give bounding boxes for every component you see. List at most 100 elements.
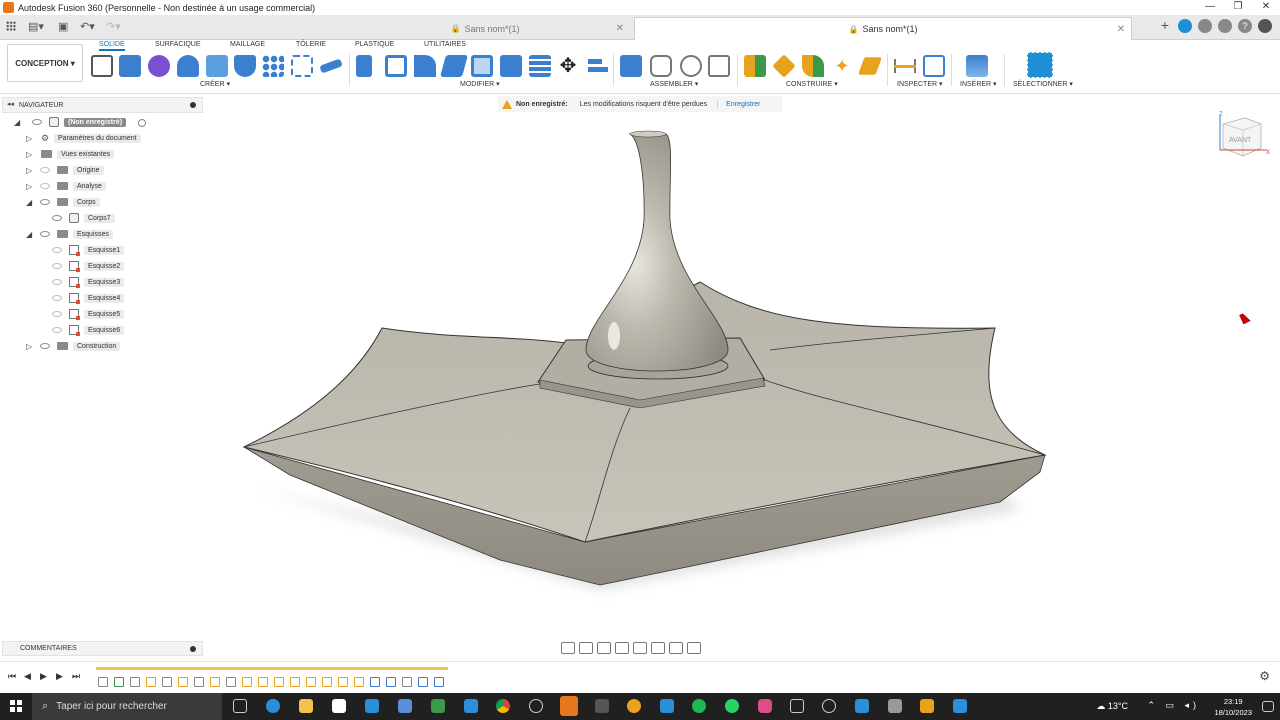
- pan-icon[interactable]: [597, 642, 611, 654]
- grid-settings-icon[interactable]: [669, 642, 683, 654]
- task-view-icon[interactable]: [233, 699, 247, 713]
- timeline-feature-icon[interactable]: [210, 677, 220, 687]
- avatar[interactable]: [1258, 19, 1272, 33]
- app-icon[interactable]: [822, 699, 836, 713]
- group-construire[interactable]: CONSTRUIRE ▾: [786, 80, 838, 88]
- windows-start-icon[interactable]: [10, 700, 22, 712]
- tree-item[interactable]: ◢ Esquisses: [0, 226, 203, 242]
- group-modifier[interactable]: MODIFIER ▾: [460, 80, 500, 88]
- form-icon[interactable]: [148, 55, 170, 77]
- help-icon[interactable]: ?: [1238, 19, 1252, 33]
- extensions-icon[interactable]: [1178, 19, 1192, 33]
- chrome-icon[interactable]: [496, 699, 510, 713]
- select-icon[interactable]: [1027, 52, 1053, 78]
- move-copy-icon[interactable]: ✥: [557, 55, 579, 77]
- create-sketch-icon[interactable]: [91, 55, 113, 77]
- tab-document-2[interactable]: 🔒 Sans nom*(1) ✕: [634, 17, 1132, 40]
- tab-maillage[interactable]: MAILLAGE: [230, 41, 265, 51]
- undo-icon[interactable]: ↶▾: [80, 20, 95, 33]
- group-creer[interactable]: CRÉER ▾: [200, 80, 230, 88]
- go-to-start-icon[interactable]: ⏮: [8, 671, 16, 682]
- expand-arrow-icon[interactable]: ◢: [14, 118, 20, 127]
- app-icon[interactable]: [627, 699, 641, 713]
- play-icon[interactable]: ▶: [40, 671, 47, 682]
- joint-icon[interactable]: [650, 55, 672, 77]
- extrude-icon[interactable]: [119, 55, 141, 77]
- timeline-feature-icon[interactable]: [226, 677, 236, 687]
- visibility-icon[interactable]: [32, 119, 42, 125]
- data-panel-icon[interactable]: [6, 21, 16, 31]
- save-link[interactable]: Enregistrer: [717, 100, 760, 108]
- tab-solide[interactable]: SOLIDE: [99, 41, 125, 51]
- whatsapp-icon[interactable]: [725, 699, 739, 713]
- timeline-feature-icon[interactable]: [258, 677, 268, 687]
- timeline-feature-icon[interactable]: [386, 677, 396, 687]
- timeline-feature-icon[interactable]: [146, 677, 156, 687]
- timeline-feature-icon[interactable]: [162, 677, 172, 687]
- notifications-icon[interactable]: [1218, 19, 1232, 33]
- tab-document-1[interactable]: 🔒 Sans nom*(1) ✕: [340, 17, 630, 40]
- edge-icon[interactable]: [266, 699, 280, 713]
- tree-item[interactable]: Corps7: [0, 210, 203, 226]
- timeline-feature-icon[interactable]: [402, 677, 412, 687]
- app-icon[interactable]: [529, 699, 543, 713]
- group-assembler[interactable]: ASSEMBLER ▾: [650, 80, 698, 88]
- step-forward-icon[interactable]: ▶: [56, 671, 63, 682]
- activate-icon[interactable]: [138, 119, 146, 127]
- tree-item[interactable]: Esquisse3: [0, 274, 203, 290]
- group-inserer[interactable]: INSÉRER ▾: [960, 80, 997, 88]
- display-settings-icon[interactable]: [651, 642, 665, 654]
- timeline-track[interactable]: [96, 667, 448, 691]
- app-icon[interactable]: [431, 699, 445, 713]
- visibility-icon[interactable]: [52, 247, 62, 253]
- tree-item[interactable]: ▷ Origine: [0, 162, 203, 178]
- timeline-feature-icon[interactable]: [290, 677, 300, 687]
- taskbar-search[interactable]: ⌕ Taper ici pour rechercher: [32, 693, 222, 720]
- timeline-feature-icon[interactable]: [370, 677, 380, 687]
- tree-root[interactable]: ◢ (Non enregistré): [0, 114, 203, 130]
- system-tray-icons[interactable]: ⌃ ▭ ◂): [1147, 700, 1200, 711]
- app-icon[interactable]: [888, 699, 902, 713]
- fillet-icon[interactable]: [385, 55, 407, 77]
- visibility-icon[interactable]: [40, 199, 50, 205]
- app-icon[interactable]: [758, 699, 772, 713]
- app-icon[interactable]: [953, 699, 967, 713]
- timeline-feature-icon[interactable]: [418, 677, 428, 687]
- pipe-icon[interactable]: [319, 58, 343, 74]
- store-icon[interactable]: [332, 699, 346, 713]
- timeline-feature-icon[interactable]: [306, 677, 316, 687]
- fit-icon[interactable]: [633, 642, 647, 654]
- close-tab-icon[interactable]: ✕: [616, 23, 624, 34]
- expand-arrow-icon[interactable]: ▷: [26, 150, 32, 159]
- timeline-feature-icon[interactable]: [354, 677, 364, 687]
- fusion-taskbar-icon[interactable]: [560, 696, 578, 716]
- visibility-icon[interactable]: [52, 215, 62, 221]
- press-pull-icon[interactable]: [356, 55, 372, 77]
- app-icon[interactable]: [595, 699, 609, 713]
- timeline-feature-icon[interactable]: [194, 677, 204, 687]
- viewcube[interactable]: Z X AVANT: [1215, 110, 1271, 162]
- minimize-button[interactable]: —: [1196, 0, 1224, 15]
- expand-arrow-icon[interactable]: ▷: [26, 166, 32, 175]
- tree-item[interactable]: Esquisse4: [0, 290, 203, 306]
- tree-item[interactable]: ▷ Construction: [0, 338, 203, 354]
- tab-tolerie[interactable]: TÔLERIE: [296, 41, 326, 51]
- axis-icon[interactable]: ✦: [831, 55, 853, 77]
- save-icon[interactable]: ▣: [58, 20, 68, 33]
- expand-arrow-icon[interactable]: ▷: [26, 134, 32, 143]
- workspace-switcher[interactable]: CONCEPTION ▾: [7, 44, 83, 82]
- tree-item[interactable]: ▷ Analyse: [0, 178, 203, 194]
- group-inspecter[interactable]: INSPECTER ▾: [897, 80, 943, 88]
- new-component-icon[interactable]: [620, 55, 642, 77]
- job-status-icon[interactable]: [1198, 19, 1212, 33]
- visibility-icon[interactable]: [40, 167, 50, 173]
- visibility-icon[interactable]: [52, 263, 62, 269]
- file-menu-icon[interactable]: ▤▾: [28, 20, 44, 33]
- orbit-icon[interactable]: [561, 642, 575, 654]
- calculator-icon[interactable]: [398, 699, 412, 713]
- viewports-icon[interactable]: [687, 642, 701, 654]
- app-icon[interactable]: [660, 699, 674, 713]
- scale-icon[interactable]: [500, 55, 522, 77]
- timeline-feature-icon[interactable]: [338, 677, 348, 687]
- expand-arrow-icon[interactable]: ▷: [26, 342, 32, 351]
